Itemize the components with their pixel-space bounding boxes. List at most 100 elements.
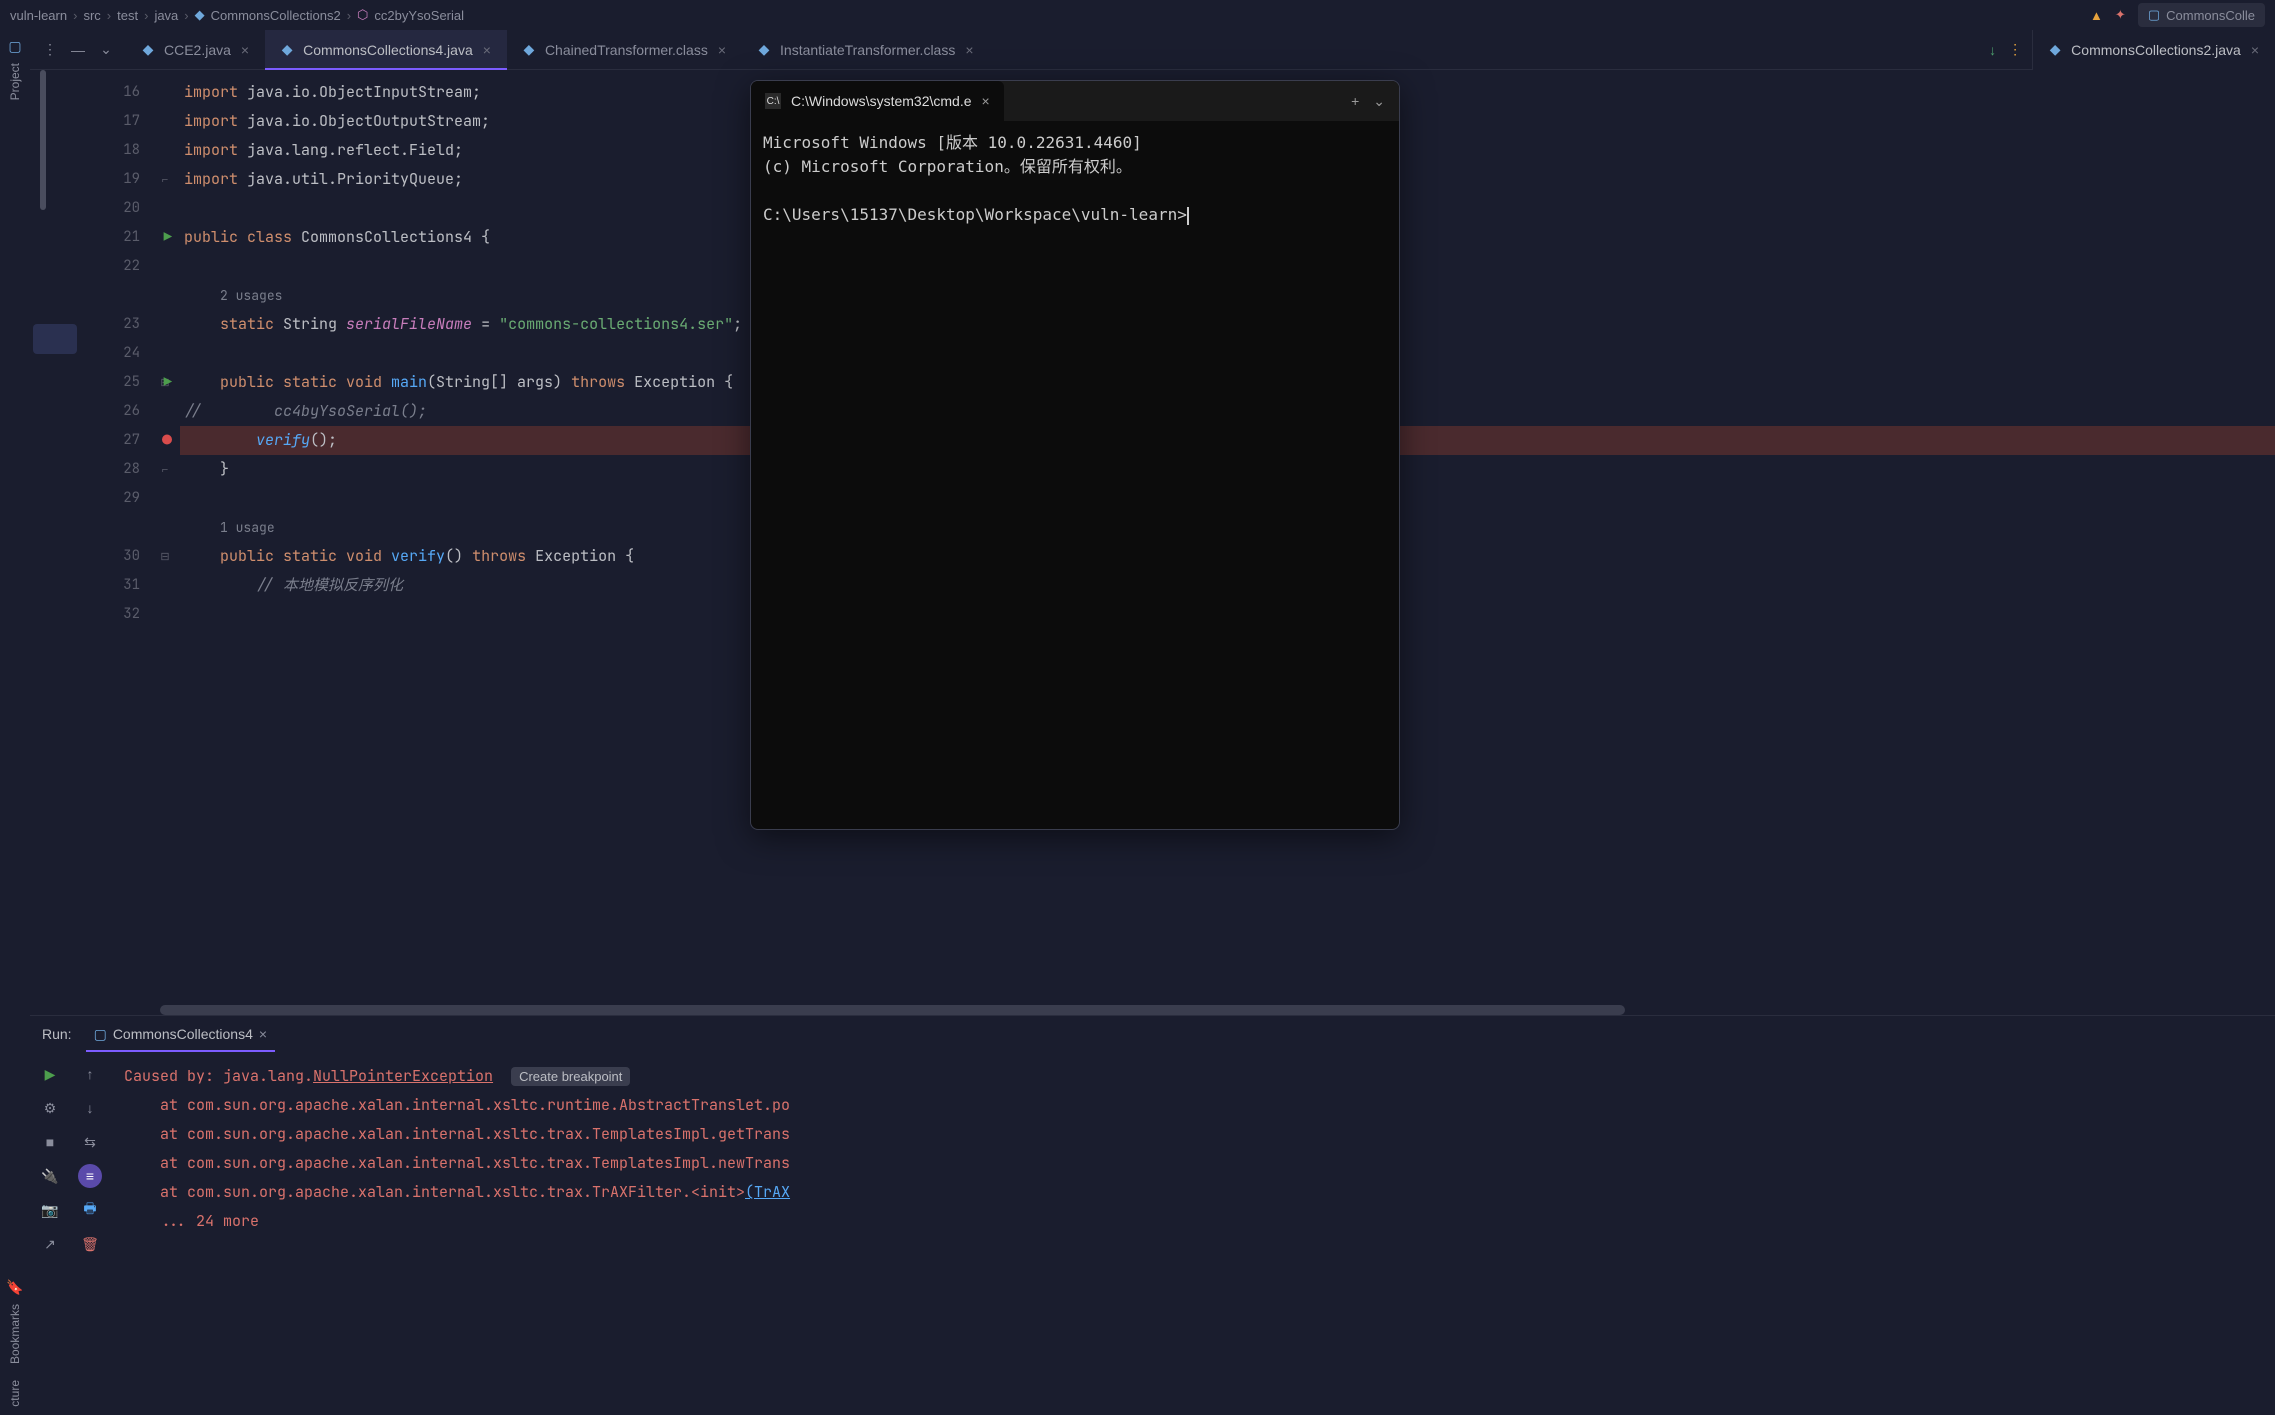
detached-tab-label: CommonsColle xyxy=(2166,8,2255,23)
stack-frame[interactable]: at com.sun.org.apache.xalan.internal.xsl… xyxy=(124,1149,2261,1178)
terminal-body[interactable]: Microsoft Windows [版本 10.0.22631.4460] (… xyxy=(751,121,1399,829)
dropdown-icon[interactable]: ⌄ xyxy=(1373,93,1385,110)
line-number[interactable]: 23 xyxy=(80,310,150,339)
terminal-window[interactable]: C:\ C:\Windows\system32\cmd.e × + ⌄ Micr… xyxy=(750,80,1400,830)
line-number[interactable]: 27 xyxy=(80,426,150,455)
breadcrumb-class1[interactable]: CommonsCollections2 xyxy=(211,8,341,23)
line-number[interactable]: 26 xyxy=(80,397,150,426)
exception-link[interactable]: NullPointerException xyxy=(313,1066,493,1086)
terminal-tab-cmd[interactable]: C:\ C:\Windows\system32\cmd.e × xyxy=(751,81,1004,121)
print-button[interactable]: 🖶 xyxy=(78,1198,102,1222)
close-icon[interactable]: × xyxy=(2249,42,2261,58)
collapse-icon[interactable]: — xyxy=(68,40,88,60)
line-number[interactable]: 20 xyxy=(80,194,150,223)
line-number[interactable]: 19 xyxy=(80,165,150,194)
tab-label: CCE2.java xyxy=(164,42,231,58)
run-config-tab[interactable]: ▢ CommonsCollections4 × xyxy=(86,1016,275,1052)
editor-horizontal-scrollbar[interactable] xyxy=(160,1005,1625,1015)
create-breakpoint-button[interactable]: Create breakpoint xyxy=(511,1067,630,1086)
usages-hint[interactable]: 1 usage xyxy=(220,519,275,536)
settings-button[interactable]: ⚙ xyxy=(38,1096,62,1120)
line-number[interactable]: 22 xyxy=(80,252,150,281)
line-number[interactable]: 31 xyxy=(80,571,150,600)
run-gutter-icon[interactable]: ▶ xyxy=(164,368,172,397)
warning-icon[interactable]: ▲ xyxy=(2090,8,2103,23)
line-number[interactable]: 18 xyxy=(80,136,150,165)
project-tool-icon[interactable]: ▢ xyxy=(8,38,21,55)
editor-scroll-indicator[interactable] xyxy=(40,70,46,210)
breadcrumb-test[interactable]: test xyxy=(117,8,138,23)
wand-icon[interactable]: ✦ xyxy=(2115,7,2126,23)
stack-frame[interactable]: at com.sun.org.apache.xalan.internal.xsl… xyxy=(124,1091,2261,1120)
close-icon[interactable]: × xyxy=(716,42,728,58)
fold-open-icon[interactable]: ⊟ xyxy=(160,550,169,563)
more-icon[interactable]: ⋮ xyxy=(2008,41,2022,58)
java-class-icon: ◆ xyxy=(279,42,295,58)
bookmarks-tool-label[interactable]: Bookmarks xyxy=(8,1296,22,1372)
stack-frame[interactable]: at com.sun.org.apache.xalan.internal.xsl… xyxy=(124,1120,2261,1149)
line-number[interactable]: 16 xyxy=(80,78,150,107)
fold-end-icon[interactable]: ⌐ xyxy=(162,464,168,476)
fold-end-icon[interactable]: ⌐ xyxy=(162,174,168,186)
project-strip xyxy=(30,70,80,1015)
breadcrumb-project[interactable]: vuln-learn xyxy=(10,8,67,23)
line-number-hint xyxy=(80,513,150,542)
tab-label: ChainedTransformer.class xyxy=(545,42,708,58)
project-menu-icon[interactable]: ⋮ xyxy=(40,40,60,60)
usages-hint[interactable]: 2 usages xyxy=(220,287,282,304)
structure-tool-label[interactable]: cture xyxy=(8,1372,22,1415)
tab-commonscollections4[interactable]: ◆ CommonsCollections4.java × xyxy=(265,30,507,70)
stop-button[interactable]: ■ xyxy=(38,1130,62,1154)
camera-button[interactable]: 📷 xyxy=(38,1198,62,1222)
line-number[interactable]: 21▶ xyxy=(80,223,150,252)
close-icon[interactable]: × xyxy=(982,93,990,109)
java-class-icon: ◆ xyxy=(140,42,156,58)
terminal-output: Microsoft Windows [版本 10.0.22631.4460] xyxy=(763,131,1387,155)
line-number[interactable]: 32 xyxy=(80,600,150,629)
method-icon: ⬡ xyxy=(357,7,368,23)
line-number[interactable]: 30 xyxy=(80,542,150,571)
source-link[interactable]: (TrAX xyxy=(745,1182,790,1202)
close-icon[interactable]: × xyxy=(259,1026,267,1042)
attach-button[interactable]: 🔌 xyxy=(38,1164,62,1188)
java-class-icon: ◆ xyxy=(521,42,537,58)
breadcrumb-java[interactable]: java xyxy=(154,8,178,23)
expand-down-icon[interactable]: ⌄ xyxy=(96,40,116,60)
line-number[interactable]: 17 xyxy=(80,107,150,136)
file-tabs-bar: ⋮ — ⌄ ◆ CCE2.java × ◆ CommonsCollections… xyxy=(30,30,2275,70)
wrap-button[interactable]: ⇆ xyxy=(78,1130,102,1154)
close-icon[interactable]: × xyxy=(963,42,975,58)
rerun-button[interactable]: ▶ xyxy=(38,1062,62,1086)
stack-more[interactable]: ... 24 more xyxy=(124,1207,2261,1236)
line-number[interactable]: 25▶ xyxy=(80,368,150,397)
cmd-icon: C:\ xyxy=(765,93,781,109)
line-number[interactable]: 28 xyxy=(80,455,150,484)
project-selection[interactable] xyxy=(33,324,77,354)
run-output[interactable]: Caused by: java.lang.NullPointerExceptio… xyxy=(110,1052,2275,1415)
trash-button[interactable]: 🗑 xyxy=(78,1232,102,1256)
export-button[interactable]: ↗ xyxy=(38,1232,62,1256)
breadcrumb-src[interactable]: src xyxy=(83,8,100,23)
run-gutter-icon[interactable]: ▶ xyxy=(164,223,172,252)
scroll-down-button[interactable]: ↓ xyxy=(78,1096,102,1120)
line-number[interactable]: 29 xyxy=(80,484,150,513)
tab-commonscollections2-detached[interactable]: ◆ CommonsCollections2.java × xyxy=(2032,30,2275,70)
new-tab-button[interactable]: + xyxy=(1351,93,1359,109)
scroll-up-button[interactable]: ↑ xyxy=(78,1062,102,1086)
bookmarks-tool-icon[interactable]: 🔖 xyxy=(6,1279,23,1296)
tab-chainedtransformer[interactable]: ◆ ChainedTransformer.class × xyxy=(507,30,742,70)
project-tool-label[interactable]: Project xyxy=(8,55,22,108)
tab-cce2[interactable]: ◆ CCE2.java × xyxy=(126,30,265,70)
close-icon[interactable]: × xyxy=(239,42,251,58)
close-icon[interactable]: × xyxy=(481,42,493,58)
terminal-cursor xyxy=(1187,207,1189,225)
breakpoint-icon[interactable] xyxy=(162,426,172,455)
top-right-controls: ▲ ✦ ▢ CommonsColle xyxy=(2090,3,2265,27)
tab-instantiatetransformer[interactable]: ◆ InstantiateTransformer.class × xyxy=(742,30,990,70)
line-number[interactable]: 24 xyxy=(80,339,150,368)
detached-file-tab[interactable]: ▢ CommonsColle xyxy=(2138,3,2265,27)
download-icon[interactable]: ↓ xyxy=(1989,42,1996,58)
filter-button[interactable]: ≡ xyxy=(78,1164,102,1188)
breadcrumb-class2[interactable]: cc2byYsoSerial xyxy=(374,8,464,23)
run-config-icon: ▢ xyxy=(94,1026,107,1043)
